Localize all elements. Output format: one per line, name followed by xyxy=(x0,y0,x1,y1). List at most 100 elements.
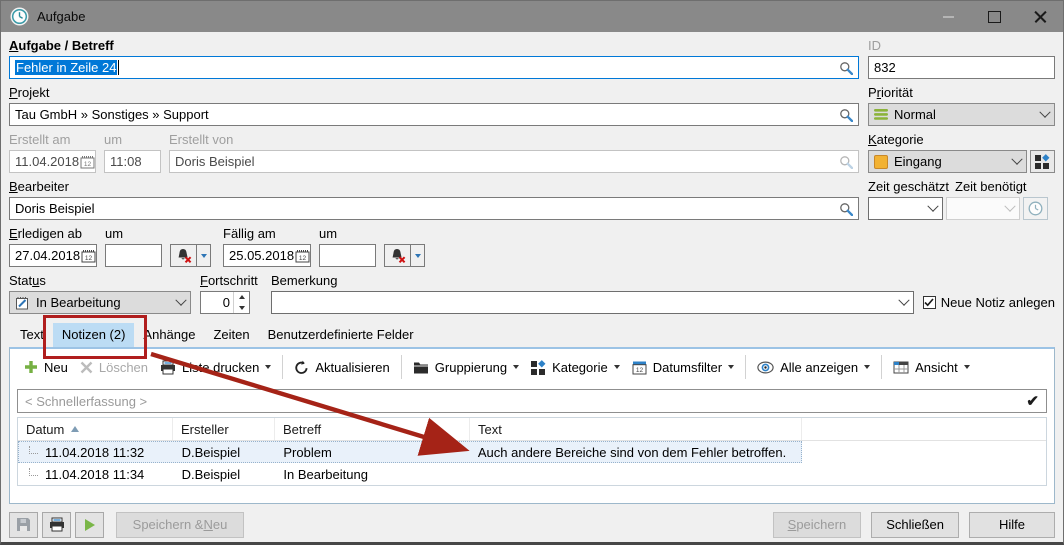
category-picker-button[interactable] xyxy=(1030,150,1055,173)
priority-select[interactable]: Normal xyxy=(868,103,1055,126)
save-main-button: Speichern xyxy=(773,512,862,538)
tree-node-icon[interactable] xyxy=(29,468,38,476)
new-note-checkbox[interactable]: Neue Notiz anlegen xyxy=(923,291,1055,314)
priority-icon xyxy=(874,109,888,120)
id-input[interactable]: 832 xyxy=(868,56,1055,79)
tab-zeiten[interactable]: Zeiten xyxy=(204,323,258,347)
column-header-betreff[interactable]: Betreff xyxy=(275,418,470,440)
folder-icon xyxy=(413,361,429,374)
start-reminder-button[interactable] xyxy=(170,244,211,267)
notes-toolbar: Neu Löschen Liste drucken Aktualisieren xyxy=(10,349,1054,385)
tab-benutzerdefinierte-felder[interactable]: Benutzerdefinierte Felder xyxy=(259,323,423,347)
dropdown-arrow-icon[interactable] xyxy=(728,365,734,369)
new-note-label: Neue Notiz anlegen xyxy=(941,295,1055,310)
printer-icon xyxy=(49,517,65,532)
category-filter-button[interactable]: Kategorie xyxy=(525,353,626,381)
column-header-datum[interactable]: Datum xyxy=(18,418,173,440)
start-date-field[interactable]: 27.04.2018 12 xyxy=(9,244,97,267)
progress-value: 0 xyxy=(201,292,233,313)
progress-stepper[interactable]: 0 xyxy=(200,291,250,314)
footer-bar: Speichern & Neu Speichern Schließen Hilf… xyxy=(1,507,1063,542)
progress-label: Fortschritt xyxy=(200,273,262,289)
progress-down-button[interactable] xyxy=(234,303,249,314)
chevron-down-icon xyxy=(927,200,938,211)
start-timer-button[interactable] xyxy=(75,512,104,538)
tree-node-icon[interactable] xyxy=(29,446,38,454)
refresh-button[interactable]: Aktualisieren xyxy=(288,353,395,381)
down-arrow-icon xyxy=(239,306,245,310)
status-select[interactable]: In Bearbeitung xyxy=(9,291,191,314)
progress-up-button[interactable] xyxy=(234,292,249,303)
cell-datum: 11.04.2018 11:34 xyxy=(45,467,144,482)
category-select[interactable]: Eingang xyxy=(868,150,1027,173)
column-header-ersteller[interactable]: Ersteller xyxy=(173,418,275,440)
due-date-field[interactable]: 25.05.2018 12 xyxy=(223,244,311,267)
time-clock-button xyxy=(1023,197,1048,220)
table-row[interactable]: 11.04.2018 11:34 D.Beispiel In Bearbeitu… xyxy=(18,463,802,485)
column-header-text[interactable]: Text xyxy=(470,418,802,440)
remark-combo[interactable] xyxy=(271,291,914,314)
project-value: Tau GmbH » Sonstiges » Support xyxy=(15,107,209,122)
dropdown-arrow-icon[interactable] xyxy=(614,365,620,369)
search-icon[interactable] xyxy=(839,61,853,75)
grouping-button[interactable]: Gruppierung xyxy=(407,353,525,381)
toolbar-label: Neu xyxy=(44,360,68,375)
created-by-value: Doris Beispiel xyxy=(175,154,254,169)
dropdown-arrow-icon[interactable] xyxy=(864,365,870,369)
view-table-icon xyxy=(893,361,909,374)
due-reminder-button[interactable] xyxy=(384,244,425,267)
status-value: In Bearbeitung xyxy=(36,295,121,310)
calendar-icon[interactable]: 12 xyxy=(81,249,96,263)
new-note-button[interactable]: Neu xyxy=(18,353,74,381)
print-list-button[interactable]: Liste drucken xyxy=(154,353,277,381)
toolbar-separator xyxy=(401,355,402,379)
id-value: 832 xyxy=(874,60,896,75)
table-row[interactable]: 11.04.2018 11:32 D.Beispiel Problem Auch… xyxy=(18,441,802,463)
help-button[interactable]: Hilfe xyxy=(969,512,1055,538)
dropdown-arrow-icon[interactable] xyxy=(513,365,519,369)
start-date-label: Erledigen ab xyxy=(9,226,97,242)
delete-x-icon xyxy=(80,361,93,374)
chevron-down-icon xyxy=(1011,153,1022,164)
print-button[interactable] xyxy=(42,512,71,538)
maximize-button[interactable] xyxy=(971,1,1017,32)
project-input[interactable]: Tau GmbH » Sonstiges » Support xyxy=(9,103,859,126)
subject-input[interactable]: Fehler in Zeile 24 xyxy=(9,56,859,79)
created-date-value: 11.04.2018 xyxy=(15,154,79,169)
notes-panel: Neu Löschen Liste drucken Aktualisieren xyxy=(9,347,1055,504)
time-estimated-select[interactable] xyxy=(868,197,943,220)
close-button[interactable] xyxy=(1017,1,1063,32)
refresh-icon xyxy=(294,360,309,375)
reminder-dropdown[interactable] xyxy=(197,244,211,267)
minimize-button[interactable] xyxy=(925,1,971,32)
tab-text[interactable]: Text xyxy=(11,323,53,347)
quick-entry-input[interactable]: < Schnellerfassung > ✔ xyxy=(17,389,1047,413)
assignee-input[interactable]: Doris Beispiel xyxy=(9,197,859,220)
titlebar: Aufgabe xyxy=(1,1,1063,32)
calendar-icon[interactable]: 12 xyxy=(295,249,310,263)
date-filter-button[interactable]: 12 Datumsfilter xyxy=(626,353,740,381)
reminder-dropdown[interactable] xyxy=(411,244,425,267)
cell-text: Auch andere Bereiche sind von dem Fehler… xyxy=(478,445,786,460)
show-all-button[interactable]: Alle anzeigen xyxy=(751,353,876,381)
column-header-filler xyxy=(802,418,1046,440)
status-icon xyxy=(15,296,30,310)
due-time-field[interactable] xyxy=(319,244,376,267)
save-and-new-button: Speichern & Neu xyxy=(116,512,244,538)
time-estimated-label: Zeit geschätzt xyxy=(868,179,951,195)
project-label: Projekt xyxy=(9,85,859,101)
dropdown-arrow-icon[interactable] xyxy=(964,365,970,369)
category-grid-icon xyxy=(531,360,546,375)
close-window-button[interactable]: Schließen xyxy=(871,512,959,538)
search-icon[interactable] xyxy=(839,202,853,216)
search-icon[interactable] xyxy=(839,108,853,122)
dropdown-arrow-icon[interactable] xyxy=(265,365,271,369)
view-button[interactable]: Ansicht xyxy=(887,353,976,381)
save-button[interactable] xyxy=(9,512,38,538)
cell-ersteller: D.Beispiel xyxy=(182,467,241,482)
tab-notizen[interactable]: Notizen (2) xyxy=(53,323,135,347)
confirm-checkmark-icon[interactable]: ✔ xyxy=(1026,394,1039,409)
tab-anhaenge[interactable]: Anhänge xyxy=(134,323,204,347)
start-time-field[interactable] xyxy=(105,244,162,267)
toolbar-label: Aktualisieren xyxy=(315,360,389,375)
